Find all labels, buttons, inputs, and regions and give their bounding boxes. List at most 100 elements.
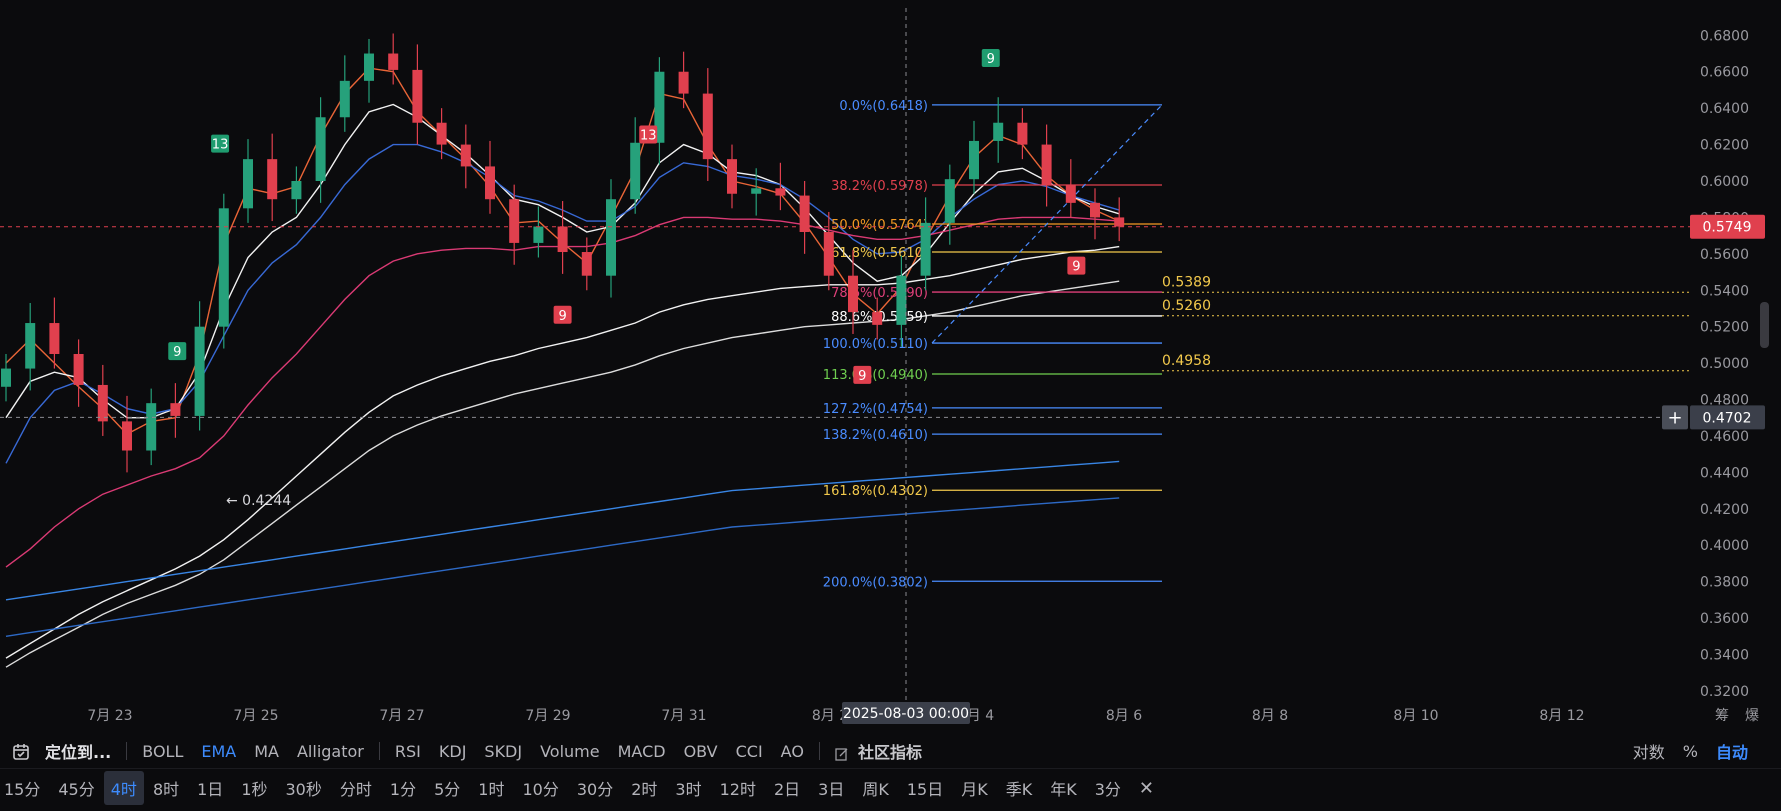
fib-level-label: 78.6%(0.5390) bbox=[831, 286, 928, 301]
indicator-ma[interactable]: MA bbox=[245, 742, 288, 761]
locate-to-button[interactable]: 定位到... bbox=[39, 739, 120, 763]
side-level-label: 0.5389 bbox=[1162, 274, 1211, 290]
timeframe-bar: 15分 45分 4时 8时 1日 1秒 30秒 分时 1分 5分 1时 10分 … bbox=[0, 768, 1781, 807]
candle-body bbox=[533, 226, 544, 243]
x-tick-label: 7月 29 bbox=[525, 708, 570, 724]
percent-scale-toggle[interactable]: % bbox=[1674, 742, 1707, 761]
indicator-kdj[interactable]: KDJ bbox=[430, 742, 476, 761]
fib-level-label: 127.2%(0.4754) bbox=[823, 402, 928, 417]
candle-body bbox=[315, 117, 326, 181]
candle-body bbox=[97, 384, 108, 422]
y-tick-label: 0.4200 bbox=[1700, 502, 1749, 518]
divider bbox=[378, 742, 380, 760]
tf-5m[interactable]: 5分 bbox=[425, 776, 469, 800]
indicator-ao[interactable]: AO bbox=[772, 742, 813, 761]
fib-level-label: 38.2%(0.5978) bbox=[831, 179, 928, 194]
x-tick-label: 8月 10 bbox=[1393, 708, 1438, 724]
tf-4h[interactable]: 4时 bbox=[103, 771, 144, 805]
candle-body bbox=[944, 179, 955, 223]
tf-15m[interactable]: 15分 bbox=[0, 776, 49, 800]
tf-3h[interactable]: 3时 bbox=[666, 776, 710, 800]
td-marker-label: 13 bbox=[640, 128, 657, 143]
indicator-rsi[interactable]: RSI bbox=[386, 742, 430, 761]
y-tick-label: 0.5200 bbox=[1700, 320, 1749, 336]
candle-body bbox=[920, 222, 931, 276]
low-annotation: ← 0.4244 bbox=[226, 493, 291, 509]
y-tick-label: 0.3600 bbox=[1700, 611, 1749, 627]
indicator-obv[interactable]: OBV bbox=[675, 742, 727, 761]
tf-1m[interactable]: 1分 bbox=[381, 776, 425, 800]
current-price-label: 0.5749 bbox=[1703, 220, 1752, 236]
indicator-volume[interactable]: Volume bbox=[531, 742, 609, 761]
candle-body bbox=[751, 188, 762, 194]
candle-body bbox=[896, 275, 907, 325]
fib-level-label: 113.0%(0.4940) bbox=[823, 368, 928, 383]
calendar-icon[interactable] bbox=[0, 741, 39, 761]
tf-quarter[interactable]: 季K bbox=[997, 776, 1042, 800]
candle-body bbox=[460, 144, 471, 167]
y-tick-label: 0.4400 bbox=[1700, 465, 1749, 481]
log-scale-toggle[interactable]: 对数 bbox=[1624, 739, 1674, 763]
x-tick-label: 8月 12 bbox=[1539, 708, 1584, 724]
tf-2d[interactable]: 2日 bbox=[765, 776, 809, 800]
y-tick-label: 0.5600 bbox=[1700, 247, 1749, 263]
candle-body bbox=[218, 208, 229, 327]
tf-3d[interactable]: 3日 bbox=[809, 776, 853, 800]
tf-timeshare[interactable]: 分时 bbox=[331, 776, 381, 800]
tf-45m[interactable]: 45分 bbox=[49, 776, 103, 800]
fib-level-label: 138.2%(0.4610) bbox=[823, 428, 928, 443]
candle-body bbox=[1065, 184, 1076, 203]
close-icon[interactable]: ✕ bbox=[1130, 778, 1163, 799]
candle-body bbox=[267, 159, 278, 200]
candle-body bbox=[49, 323, 60, 354]
tf-12h[interactable]: 12时 bbox=[711, 776, 765, 800]
tf-1d[interactable]: 1日 bbox=[188, 776, 232, 800]
td-marker-label: 9 bbox=[987, 52, 995, 67]
fib-level-label: 50.0%(0.5764) bbox=[831, 218, 928, 233]
tf-week[interactable]: 周K bbox=[853, 776, 898, 800]
indicator-cci[interactable]: CCI bbox=[727, 742, 772, 761]
candle-body bbox=[557, 226, 568, 253]
td-marker-label: 9 bbox=[858, 369, 866, 384]
candle-body bbox=[1, 368, 11, 387]
fib-level-label: 161.8%(0.4302) bbox=[823, 484, 928, 499]
axis-option-label: 筹 bbox=[1715, 707, 1729, 724]
crosshair-time-label: 2025-08-03 00:00 bbox=[843, 706, 969, 722]
td-marker-label: 9 bbox=[558, 309, 566, 324]
tf-2h[interactable]: 2时 bbox=[622, 776, 666, 800]
x-tick-label: 7月 27 bbox=[379, 708, 424, 724]
tf-15d[interactable]: 15日 bbox=[898, 776, 952, 800]
indicator-alligator[interactable]: Alligator bbox=[288, 742, 373, 761]
y-tick-label: 0.3800 bbox=[1700, 575, 1749, 591]
x-tick-label: 7月 25 bbox=[233, 708, 278, 724]
fib-level-label: 0.0%(0.6418) bbox=[839, 99, 928, 114]
candle-body bbox=[1017, 122, 1028, 145]
scrollbar-handle bbox=[1760, 302, 1769, 348]
tf-30s[interactable]: 30秒 bbox=[277, 776, 331, 800]
td-marker-label: 9 bbox=[173, 345, 181, 360]
community-indicators-button[interactable]: 社区指标 bbox=[826, 739, 931, 763]
tf-10m[interactable]: 10分 bbox=[513, 776, 567, 800]
tf-30m[interactable]: 30分 bbox=[568, 776, 622, 800]
community-indicators-label: 社区指标 bbox=[858, 743, 923, 762]
auto-scale-toggle[interactable]: 自动 bbox=[1707, 739, 1757, 763]
indicator-ema[interactable]: EMA bbox=[192, 742, 245, 761]
indicator-boll[interactable]: BOLL bbox=[133, 742, 192, 761]
tf-month[interactable]: 月K bbox=[952, 776, 997, 800]
candle-body bbox=[364, 53, 374, 81]
divider bbox=[818, 742, 820, 760]
y-tick-label: 0.6400 bbox=[1700, 101, 1749, 117]
indicator-skdj[interactable]: SKDJ bbox=[475, 742, 531, 761]
x-tick-label: 7月 31 bbox=[661, 708, 706, 724]
indicator-macd[interactable]: MACD bbox=[609, 742, 675, 761]
price-chart[interactable]: 0.0%(0.6418) 38.2%(0.5978) 50.0%(0.5764) 61… bbox=[0, 0, 1781, 730]
candle-body bbox=[969, 140, 979, 180]
tf-1h[interactable]: 1时 bbox=[469, 776, 513, 800]
y-tick-label: 0.6800 bbox=[1700, 28, 1749, 44]
tf-3m[interactable]: 3分 bbox=[1086, 776, 1130, 800]
x-tick-label: 8月 8 bbox=[1252, 708, 1288, 724]
y-tick-label: 0.3200 bbox=[1700, 684, 1749, 700]
tf-year[interactable]: 年K bbox=[1041, 776, 1086, 800]
tf-1s[interactable]: 1秒 bbox=[232, 776, 276, 800]
tf-8h[interactable]: 8时 bbox=[144, 776, 188, 800]
